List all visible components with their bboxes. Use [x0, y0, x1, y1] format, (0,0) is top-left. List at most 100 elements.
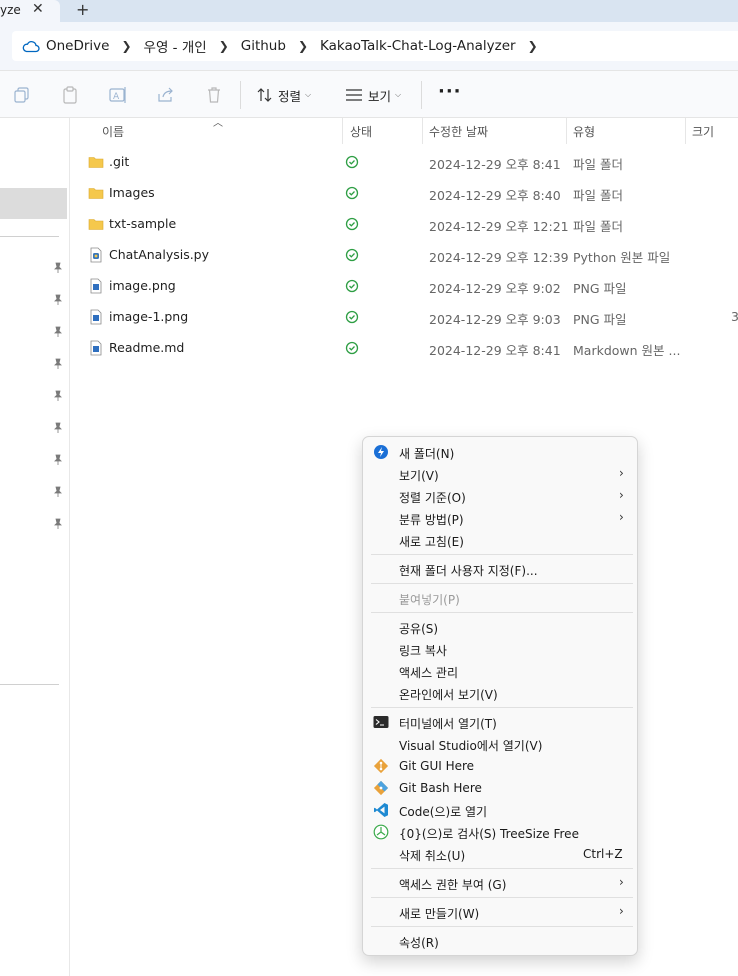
column-header-modified[interactable]: 수정한 날짜: [429, 118, 488, 144]
menu-item-new-folder[interactable]: 새 폴더(N): [367, 441, 635, 463]
file-modified: 2024-12-29 오후 12:21: [429, 219, 569, 234]
column-header-name[interactable]: 이름: [102, 118, 124, 144]
file-type: 파일 폴더: [573, 157, 623, 172]
column-divider[interactable]: [685, 118, 686, 144]
menu-item-git-bash[interactable]: Git Bash Here: [367, 777, 635, 799]
file-row[interactable]: Images 2024-12-29 오후 8:40 파일 폴더: [82, 178, 738, 208]
sync-status-icon: [345, 310, 359, 324]
nav-divider: [0, 236, 59, 237]
menu-item-refresh[interactable]: 새로 고침(E): [367, 529, 635, 551]
paste-icon[interactable]: [60, 85, 80, 105]
menu-item-manage-access[interactable]: 액세스 관리: [367, 660, 635, 682]
share-icon[interactable]: [156, 85, 176, 105]
chevron-right-icon[interactable]: ❯: [219, 39, 229, 53]
menu-item-new[interactable]: 새로 만들기(W) ›: [367, 901, 635, 923]
pin-icon[interactable]: [52, 486, 64, 498]
menu-separator: [371, 926, 633, 927]
menu-label: 새로 만들기(W): [399, 907, 480, 921]
pin-icon[interactable]: [52, 390, 64, 402]
menu-label: 분류 방법(P): [399, 513, 464, 527]
rename-icon[interactable]: A: [108, 85, 128, 105]
menu-item-give-access[interactable]: 액세스 권한 부여 (G) ›: [367, 872, 635, 894]
pin-icon[interactable]: [52, 326, 64, 338]
file-row[interactable]: image.png 2024-12-29 오후 9:02 PNG 파일: [82, 271, 738, 301]
file-name: txt-sample: [109, 216, 177, 231]
more-options-button[interactable]: ···: [438, 81, 462, 102]
breadcrumb[interactable]: OneDrive ❯ 우영 - 개인 ❯ Github ❯ KakaoTalk-…: [12, 31, 738, 61]
menu-item-group-by[interactable]: 분류 방법(P) ›: [367, 507, 635, 529]
column-header-size[interactable]: 크기: [692, 118, 714, 144]
column-divider[interactable]: [422, 118, 423, 144]
view-button[interactable]: 보기 ⌵: [345, 84, 401, 106]
nav-item-selected[interactable]: [0, 188, 67, 219]
markdown-file-icon: [90, 340, 102, 356]
pin-icon[interactable]: [52, 294, 64, 306]
column-divider[interactable]: [342, 118, 343, 144]
menu-separator: [371, 554, 633, 555]
view-label: 보기: [368, 88, 392, 104]
folder-icon: [88, 219, 104, 230]
menu-separator: [371, 868, 633, 869]
menu-item-git-gui[interactable]: Git GUI Here: [367, 755, 635, 777]
file-row[interactable]: .git 2024-12-29 오후 8:41 파일 폴더: [82, 147, 738, 177]
column-divider[interactable]: [566, 118, 567, 144]
file-type: Markdown 원본 ...: [573, 343, 681, 358]
chevron-right-icon[interactable]: ❯: [528, 39, 538, 53]
pin-icon[interactable]: [52, 518, 64, 530]
new-tab-button[interactable]: +: [76, 0, 89, 19]
file-row[interactable]: ChatAnalysis.py 2024-12-29 오후 12:39 Pyth…: [82, 240, 738, 270]
sync-status-icon: [345, 248, 359, 262]
column-header-type[interactable]: 유형: [573, 118, 595, 144]
file-type: PNG 파일: [573, 281, 627, 296]
file-row[interactable]: image-1.png 2024-12-29 오후 9:03 PNG 파일 3: [82, 302, 738, 332]
menu-item-customize-folder[interactable]: 현재 폴더 사용자 지정(F)...: [367, 558, 635, 580]
sort-label: 정렬: [278, 88, 302, 104]
menu-separator: [371, 583, 633, 584]
tab-close-icon[interactable]: ✕: [32, 1, 44, 17]
menu-label: {0}(으)로 검사(S) TreeSize Free: [399, 827, 579, 841]
file-row[interactable]: txt-sample 2024-12-29 오후 12:21 파일 폴더: [82, 209, 738, 239]
menu-item-undo-delete[interactable]: 삭제 취소(U) Ctrl+Z: [367, 843, 635, 865]
shortcut-label: Ctrl+Z: [583, 847, 623, 861]
menu-label: 액세스 권한 부여 (G): [399, 878, 507, 892]
menu-item-open-visual-studio[interactable]: Visual Studio에서 열기(V): [367, 733, 635, 755]
sort-icon: [257, 88, 272, 102]
chevron-right-icon: ›: [619, 904, 624, 918]
breadcrumb-repo[interactable]: KakaoTalk-Chat-Log-Analyzer: [320, 38, 516, 54]
breadcrumb-onedrive[interactable]: OneDrive: [46, 38, 109, 54]
breadcrumb-personal[interactable]: 우영 - 개인: [144, 36, 207, 56]
menu-label: 새로 고침(E): [399, 535, 464, 549]
pin-icon[interactable]: [52, 422, 64, 434]
file-type: 파일 폴더: [573, 188, 623, 203]
chevron-right-icon[interactable]: ❯: [298, 39, 308, 53]
file-modified: 2024-12-29 오후 8:41: [429, 343, 561, 358]
menu-item-properties[interactable]: 속성(R): [367, 930, 635, 952]
menu-item-open-terminal[interactable]: 터미널에서 열기(T): [367, 711, 635, 733]
menu-item-sort-by[interactable]: 정렬 기준(O) ›: [367, 485, 635, 507]
sort-button[interactable]: 정렬 ⌵: [256, 84, 311, 106]
menu-item-treesize[interactable]: {0}(으)로 검사(S) TreeSize Free: [367, 821, 635, 843]
menu-item-open-code[interactable]: Code(으)로 열기: [367, 799, 635, 821]
menu-label: 공유(S): [399, 622, 439, 636]
pin-icon[interactable]: [52, 454, 64, 466]
tab-active[interactable]: yze ✕: [0, 0, 60, 22]
breadcrumb-github[interactable]: Github: [241, 38, 286, 54]
menu-item-copy-link[interactable]: 링크 복사: [367, 638, 635, 660]
file-type: 파일 폴더: [573, 219, 623, 234]
menu-item-view[interactable]: 보기(V) ›: [367, 463, 635, 485]
file-type: PNG 파일: [573, 312, 627, 327]
menu-item-paste: 붙여넣기(P): [367, 587, 635, 609]
file-row[interactable]: Readme.md 2024-12-29 오후 8:41 Markdown 원본…: [82, 333, 738, 363]
sync-status-icon: [345, 155, 359, 169]
chevron-right-icon: ›: [619, 488, 624, 502]
column-header-status[interactable]: 상태: [350, 118, 372, 144]
chevron-right-icon[interactable]: ❯: [121, 39, 131, 53]
pin-icon[interactable]: [52, 358, 64, 370]
menu-item-view-online[interactable]: 온라인에서 보기(V): [367, 682, 635, 704]
file-name: image.png: [109, 278, 176, 293]
menu-item-share[interactable]: 공유(S): [367, 616, 635, 638]
pin-icon[interactable]: [52, 262, 64, 274]
delete-icon[interactable]: [204, 85, 224, 105]
copy-icon[interactable]: [12, 85, 32, 105]
file-name: Readme.md: [109, 340, 185, 355]
